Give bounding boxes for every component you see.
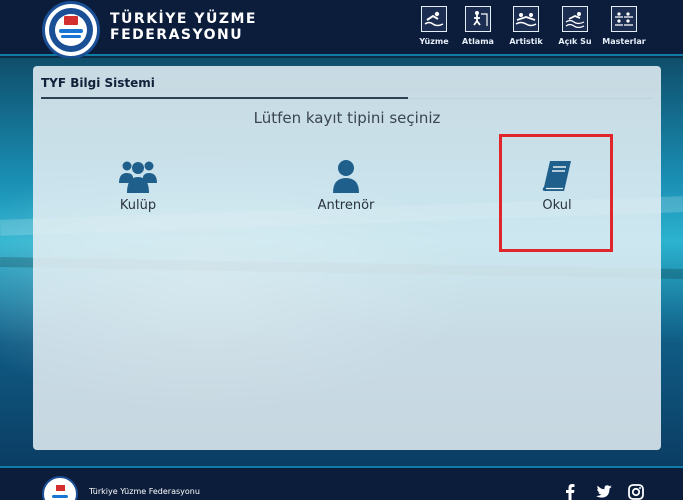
instagram-icon[interactable] — [626, 482, 646, 500]
nav-label-yuzme: Yüzme — [419, 37, 449, 46]
brand-line-1: TÜRKİYE YÜZME — [110, 11, 257, 27]
federation-logo[interactable] — [42, 1, 100, 59]
group-icon — [83, 159, 193, 193]
facebook-icon[interactable] — [560, 482, 580, 500]
choice-label-antrenor: Antrenör — [317, 198, 375, 213]
swimming-icon — [421, 6, 447, 32]
diving-icon — [465, 6, 491, 32]
registration-prompt: Lütfen kayıt tipini seçiniz — [253, 109, 441, 127]
twitter-icon[interactable] — [594, 482, 614, 500]
brand-line-2: FEDERASYONU — [110, 27, 244, 43]
footer-text: Türkiye Yüzme Federasyonu — [89, 487, 200, 496]
nav-label-artistik: Artistik — [509, 37, 543, 46]
choice-kulup[interactable]: Kulüp — [83, 159, 193, 213]
registration-panel: TYF Bilgi Sistemi Lütfen kayıt tipini se… — [33, 66, 661, 450]
open-water-icon — [562, 6, 588, 32]
site-footer: Türkiye Yüzme Federasyonu — [0, 466, 683, 500]
nav-item-yuzme[interactable]: Yüzme — [412, 6, 456, 46]
nav-label-atlama: Atlama — [462, 37, 494, 46]
system-title: TYF Bilgi Sistemi — [41, 76, 155, 90]
title-divider-light — [408, 98, 653, 99]
nav-item-acik-su[interactable]: Açık Su — [553, 6, 597, 46]
brand-name[interactable]: TÜRKİYE YÜZME FEDERASYONU — [110, 11, 257, 43]
masters-icon — [611, 6, 637, 32]
nav-label-acik-su: Açık Su — [558, 37, 592, 46]
choice-antrenor[interactable]: Antrenör — [291, 159, 401, 213]
choice-label-kulup: Kulüp — [119, 198, 157, 213]
nav-item-atlama[interactable]: Atlama — [456, 6, 500, 46]
nav-item-masterlar[interactable]: Masterlar — [602, 6, 646, 46]
artistic-swimming-icon — [513, 6, 539, 32]
user-icon — [291, 159, 401, 193]
footer-logo[interactable] — [42, 476, 78, 500]
selection-highlight-box — [499, 134, 613, 252]
site-header: TÜRKİYE YÜZME FEDERASYONU Yüzme Atlama A… — [0, 0, 683, 59]
nav-item-artistik[interactable]: Artistik — [504, 6, 548, 46]
title-divider — [41, 97, 408, 99]
nav-label-masterlar: Masterlar — [602, 37, 646, 46]
